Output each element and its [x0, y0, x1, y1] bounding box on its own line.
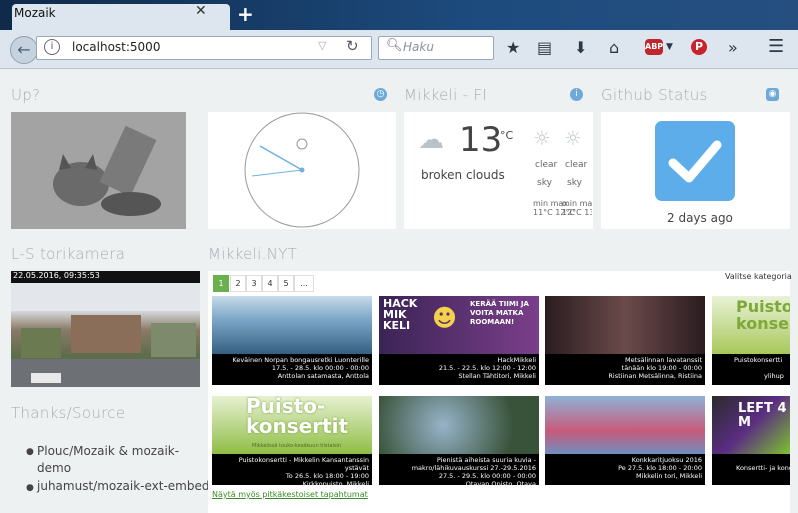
event-image[interactable] [545, 296, 705, 354]
back-button-icon[interactable]: ← [10, 36, 38, 64]
github-widget-title: Github Status [601, 86, 708, 104]
new-tab-icon[interactable]: + [237, 2, 254, 26]
forecast-sky-1a: clear [535, 160, 558, 170]
overflow-chevron-icon[interactable]: » [728, 38, 738, 57]
weather-widget-title: Mikkeli - FI [404, 86, 488, 104]
cat-image [11, 112, 186, 229]
event-image[interactable] [545, 396, 705, 454]
clock-panel [208, 112, 396, 229]
event-title[interactable]: Konkkaritjuoksu 2016 [547, 456, 702, 464]
page-button-3[interactable]: 3 [246, 275, 262, 292]
camera-timestamp: 22.05.2016, 09:35:53 [13, 271, 100, 280]
thanks-widget-title: Thanks/Source [11, 404, 126, 422]
bullet-icon: ● [26, 483, 34, 493]
tab-close-icon[interactable]: ✕ [195, 3, 207, 19]
bullet-icon: ● [26, 447, 34, 457]
reading-list-icon[interactable]: ▤ [537, 38, 552, 57]
event-place: ylihup [764, 372, 784, 380]
event-date: tänään klo 19:00 - 00:00 [621, 364, 702, 372]
mascot-icon: ☻ [432, 304, 458, 332]
event-title[interactable]: Pienistä aiheista suuria kuvia -makro/lä… [381, 456, 536, 472]
category-select[interactable]: Valitse kategoria [725, 272, 792, 281]
camera-image [11, 283, 200, 387]
event-image[interactable] [212, 296, 372, 354]
page-button-more[interactable]: ... [294, 275, 314, 292]
cat-drawing-icon [11, 112, 186, 229]
event-banner: LEFT 4 M [738, 401, 787, 430]
adblock-icon[interactable]: ABP [645, 39, 663, 55]
github-octocat-icon: ◉ [766, 88, 779, 101]
event-banner-sub: KERÄÄ TIIMI JA VOITA MATKA ROOMAAN! [470, 300, 529, 326]
home-icon[interactable]: ⌂ [609, 38, 619, 57]
analog-clock [244, 112, 360, 228]
tab-title: Mozaik [14, 6, 56, 20]
event-date: Pe 27.5. klo 18:00 - 20:00 [618, 464, 702, 472]
event-banner-sub: Mikkelissä touko-kesäkuun tiistaisin [252, 443, 342, 449]
event-place: Mikkelin tori, Mikkeli [636, 472, 702, 480]
event-place: Otavan Opisto, Otava [465, 480, 536, 488]
forecast-minmax-2: min max [562, 199, 592, 208]
menu-icon[interactable]: ☰ [768, 36, 784, 57]
event-title[interactable]: Keväinen Norpan bongausretki Luonterille [214, 356, 369, 364]
search-placeholder[interactable]: Haku [403, 40, 434, 54]
site-info-icon[interactable]: i [44, 39, 60, 55]
event-image[interactable] [379, 396, 539, 454]
source-link-embed[interactable]: juhamust/mozaik-ext-embed [37, 479, 210, 493]
event-date: 27.5. - 29.5. klo 00:00 - 00:00 [438, 472, 536, 480]
event-banner: Puisto- konsertit [246, 396, 349, 438]
event-place: Kirkkopuisto, Mikkeli [302, 480, 369, 488]
source-link-mozaik[interactable]: Plouc/Mozaik & mozaik-demo [37, 443, 187, 477]
event-banner: HACK MIK KELI [383, 297, 418, 332]
event-title[interactable]: Puistokonsertti [734, 356, 790, 364]
nyt-widget-title: Mikkeli.NYT [208, 245, 298, 263]
url-text[interactable]: localhost:5000 [72, 40, 160, 54]
search-icon: 🔍︎ [386, 38, 403, 53]
download-icon[interactable]: ⬇ [574, 38, 587, 57]
forecast-sky-1b: sky [537, 178, 552, 188]
event-date: 21.5. - 22.5. klo 12:00 - 12:00 [438, 364, 536, 372]
event-title[interactable]: Metsälinnan lavatanssit [547, 356, 702, 364]
up-widget-title: Up? [11, 86, 41, 104]
forecast-temps-2: 12°C 13°C [562, 208, 592, 217]
event-date: 17.5. - 28.5. klo 00:00 - 00:00 [271, 364, 369, 372]
event-place: Anttolan satamasta, Anttola [277, 372, 369, 380]
weather-description: broken clouds [421, 168, 505, 182]
event-date: To 26.5. klo 18:00 - 19:00 [285, 472, 369, 480]
weather-temperature: 13 [459, 120, 503, 160]
event-place: Stellan Tähtitori, Mikkeli [458, 372, 536, 380]
event-caption[interactable]: Konsertti- ja kongre [712, 454, 790, 485]
sun-icon: ☼ [564, 126, 582, 150]
cloud-icon: ☁ [418, 125, 444, 155]
page-button-4[interactable]: 4 [262, 275, 278, 292]
github-last-update: 2 days ago [667, 211, 733, 225]
bookmark-star-icon[interactable]: ★ [506, 38, 520, 57]
weather-unit: °C [500, 129, 514, 142]
show-long-events-link[interactable]: Näytä myös pitkäkestoiset tapahtumat [212, 490, 368, 499]
adblock-dropdown-icon[interactable]: ▼ [666, 42, 673, 52]
sun-icon: ☼ [533, 126, 551, 150]
forecast-sky-2a: clear [565, 160, 588, 170]
github-status-check-icon [655, 121, 735, 201]
event-title[interactable]: Puistokonsertti - Mikkelin Kansantanssin… [214, 456, 369, 472]
event-banner: Puisto konsert [736, 297, 790, 333]
event-title[interactable]: HackMikkeli [381, 356, 536, 364]
clock-icon: ◷ [374, 88, 387, 101]
event-image[interactable]: Puisto- konsertit Mikkelissä touko-kesäk… [212, 396, 372, 454]
reload-icon[interactable]: ↻ [346, 37, 359, 55]
event-image[interactable]: Puisto konsert [712, 296, 790, 354]
camera-widget-title: L-S torikamera [11, 245, 126, 263]
event-caption[interactable]: Puistokonsertti ylihup [712, 354, 790, 385]
event-title[interactable]: Konsertti- ja kongre [736, 464, 790, 472]
forecast-sky-2b: sky [567, 178, 582, 188]
event-image[interactable]: LEFT 4 M [712, 396, 790, 454]
pinterest-icon[interactable]: P [691, 39, 707, 55]
page-button-2[interactable]: 2 [230, 275, 246, 292]
url-dropdown-icon[interactable]: ▽ [318, 39, 326, 52]
event-place: Ristiinan Metsälinna, Ristiina [608, 372, 702, 380]
info-icon: i [570, 88, 583, 101]
page-button-1[interactable]: 1 [213, 275, 229, 292]
page-button-5[interactable]: 5 [278, 275, 294, 292]
